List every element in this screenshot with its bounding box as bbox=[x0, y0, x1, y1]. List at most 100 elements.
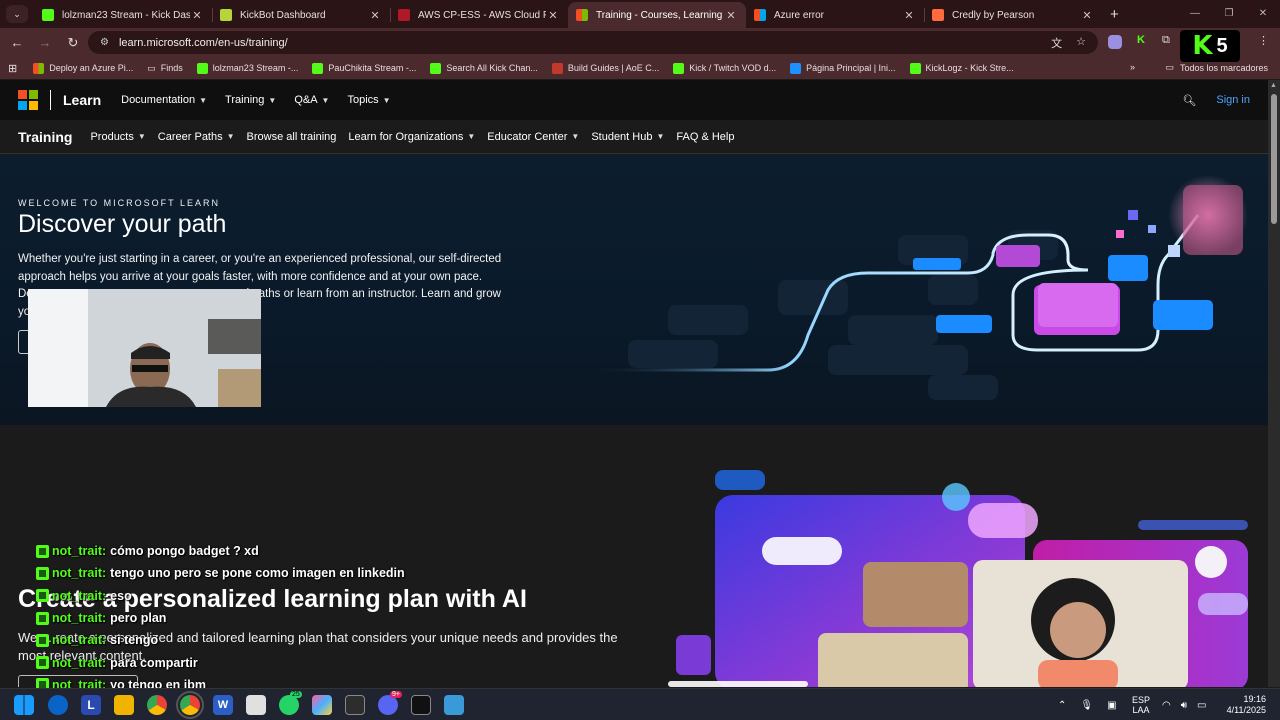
windows-start-icon[interactable] bbox=[14, 695, 34, 715]
chat-username: not_trait: bbox=[52, 544, 107, 559]
tab-close-icon[interactable]: ✕ bbox=[190, 9, 204, 22]
clock-time: 19:16 bbox=[1243, 694, 1266, 704]
pagina-icon bbox=[790, 62, 802, 74]
forward-arrow-icon[interactable]: → bbox=[31, 35, 59, 50]
streamer-webcam bbox=[28, 289, 261, 407]
browser-tab[interactable]: AWS CP-ESS - AWS Cloud Pract ✕ bbox=[390, 2, 568, 28]
word-icon[interactable]: W bbox=[213, 695, 233, 715]
tab-close-icon[interactable]: ✕ bbox=[724, 9, 738, 22]
bookmark-item[interactable]: Kick / Twitch VOD d... bbox=[673, 62, 777, 74]
new-tab-plus-icon[interactable]: + bbox=[1110, 6, 1119, 23]
copilot-icon[interactable] bbox=[312, 695, 332, 715]
clock[interactable]: 19:16 4/11/2025 bbox=[1222, 689, 1266, 720]
tab-close-icon[interactable]: ✕ bbox=[902, 9, 916, 22]
subnav-faq-help[interactable]: FAQ & Help bbox=[676, 131, 734, 143]
l-app-icon[interactable]: L bbox=[81, 695, 101, 715]
kick-extension-icon[interactable]: K bbox=[1137, 34, 1145, 50]
nav-documentation[interactable]: Documentation ▼ bbox=[121, 94, 207, 106]
microsoft-logo-icon[interactable] bbox=[18, 90, 38, 110]
windows-taskbar: L W 25 9+ ⌃ 🎙︎ ▣ ESP LAA ◠ 🔊︎ ▭ 19:16 4/… bbox=[0, 688, 1280, 720]
tray-app-icon[interactable]: ▣ bbox=[1107, 700, 1116, 711]
chrome-menu-icon[interactable]: ⋮ bbox=[1258, 34, 1269, 50]
outlook-icon[interactable] bbox=[48, 695, 68, 715]
bookmark-item[interactable]: Deploy an Azure Pi... bbox=[33, 62, 134, 74]
scrollbar-thumb[interactable] bbox=[1271, 94, 1277, 224]
page-scrollbar[interactable]: ▲ bbox=[1268, 80, 1280, 687]
photos-icon[interactable] bbox=[444, 695, 464, 715]
all-bookmarks-button[interactable]: ▭ Todos los marcadores bbox=[1165, 62, 1268, 73]
address-bar[interactable]: ⚙ learn.microsoft.com/en-us/training/ 文 … bbox=[88, 31, 1098, 54]
bookmark-item[interactable]: lolzman23 Stream -... bbox=[196, 62, 299, 74]
tab-close-icon[interactable]: ✕ bbox=[1080, 9, 1094, 22]
snipping-tool-icon[interactable] bbox=[246, 695, 266, 715]
sign-in-link[interactable]: Sign in bbox=[1216, 94, 1250, 106]
whatsapp-icon[interactable] bbox=[279, 695, 299, 715]
puzzle-extensions-icon[interactable]: ⧉ bbox=[1162, 34, 1170, 50]
browser-tab[interactable]: Azure error ✕ bbox=[746, 2, 925, 28]
subnav-browse-all[interactable]: Browse all training bbox=[247, 131, 337, 143]
language-indicator[interactable]: ESP LAA bbox=[1132, 689, 1150, 720]
tab-close-icon[interactable]: ✕ bbox=[368, 9, 382, 22]
nav-training[interactable]: Training ▼ bbox=[225, 94, 276, 106]
chrome-active-icon[interactable] bbox=[176, 691, 204, 719]
subnav-student-hub[interactable]: Student Hub ▼ bbox=[591, 131, 664, 143]
volume-icon[interactable]: 🔊︎ bbox=[1181, 700, 1187, 711]
extension-icon[interactable] bbox=[1108, 35, 1122, 49]
bookmark-item[interactable]: PauChikita Stream -... bbox=[312, 62, 416, 74]
kick-favicon-icon bbox=[42, 9, 54, 21]
bookmark-star-icon[interactable]: ☆ bbox=[1076, 35, 1086, 51]
apps-grid-icon[interactable]: ⊞ bbox=[8, 62, 17, 75]
bookmark-label: Kick / Twitch VOD d... bbox=[689, 63, 777, 73]
bookmark-item[interactable]: Search All Kick Chan... bbox=[430, 62, 538, 74]
discord-icon[interactable] bbox=[378, 695, 398, 715]
chat-text: tengo uno pero se pone como imagen en li… bbox=[110, 566, 405, 581]
streaming-app-icon[interactable] bbox=[411, 695, 431, 715]
subnav-label: Student Hub bbox=[591, 130, 653, 143]
nav-topics[interactable]: Topics ▼ bbox=[347, 94, 390, 106]
wifi-icon[interactable]: ◠ bbox=[1162, 700, 1171, 711]
bookmark-label: Deploy an Azure Pi... bbox=[49, 63, 134, 73]
browser-tab-active[interactable]: Training - Courses, Learning Pa ✕ bbox=[568, 2, 746, 28]
chat-badge-icon bbox=[36, 544, 49, 558]
close-window-icon[interactable]: ✕ bbox=[1246, 0, 1280, 28]
terminal-icon[interactable] bbox=[345, 695, 365, 715]
chrome-icon[interactable] bbox=[147, 695, 167, 715]
tray-chevron-up-icon[interactable]: ⌃ bbox=[1058, 700, 1066, 711]
nav-qa[interactable]: Q&A ▼ bbox=[294, 94, 329, 106]
hero-title: Discover your path bbox=[18, 210, 227, 238]
microphone-icon[interactable]: 🎙︎ bbox=[1080, 700, 1093, 711]
subnav-educator-center[interactable]: Educator Center ▼ bbox=[487, 131, 579, 143]
reload-icon[interactable]: ↻ bbox=[59, 35, 87, 51]
file-explorer-icon[interactable] bbox=[114, 695, 134, 715]
subnav-career-paths[interactable]: Career Paths ▼ bbox=[158, 131, 235, 143]
site-info-icon[interactable]: ⚙ bbox=[100, 37, 109, 48]
subnav-learn-for-organizations[interactable]: Learn for Organizations ▼ bbox=[348, 131, 475, 143]
bookmark-item[interactable]: Build Guides | AoE C... bbox=[551, 62, 659, 74]
translate-icon[interactable]: 文 bbox=[1051, 35, 1062, 51]
browser-tab[interactable]: KickBot Dashboard ✕ bbox=[212, 2, 391, 28]
more-bookmarks-chevron-icon[interactable]: » bbox=[1130, 62, 1135, 72]
nav-label: Topics bbox=[347, 94, 379, 106]
aws-favicon-icon bbox=[398, 9, 410, 21]
tab-close-icon[interactable]: ✕ bbox=[546, 9, 560, 22]
browser-tab[interactable]: lolzman23 Stream - Kick Dashb ✕ bbox=[34, 2, 213, 28]
minimize-icon[interactable]: — bbox=[1178, 0, 1212, 28]
tab-search-button[interactable]: ⌄ bbox=[6, 5, 28, 23]
subnav-products[interactable]: Products ▼ bbox=[90, 131, 145, 143]
bookmark-item[interactable]: Página Principal | Ini... bbox=[790, 62, 896, 74]
scroll-up-icon[interactable]: ▲ bbox=[1270, 82, 1277, 89]
maximize-icon[interactable]: ❐ bbox=[1212, 0, 1246, 28]
browser-tab[interactable]: Credly by Pearson ✕ bbox=[924, 2, 1102, 28]
kick-logo-icon: K bbox=[1192, 31, 1213, 61]
bookmark-item[interactable]: KickLogz - Kick Stre... bbox=[909, 62, 1014, 74]
tab-title: Credly by Pearson bbox=[952, 9, 1035, 21]
browser-toolbar: ← → ↻ ⚙ learn.microsoft.com/en-us/traini… bbox=[0, 28, 1280, 57]
battery-icon[interactable]: ▭ bbox=[1197, 700, 1206, 711]
back-arrow-icon[interactable]: ← bbox=[3, 35, 31, 50]
training-title-link[interactable]: Training bbox=[18, 129, 72, 145]
bookmark-folder[interactable]: ▭ Finds bbox=[147, 63, 183, 74]
search-icon[interactable]: 🔍︎ bbox=[1182, 94, 1196, 107]
bookmark-label: lolzman23 Stream -... bbox=[212, 63, 299, 73]
learn-brand-link[interactable]: Learn bbox=[63, 92, 101, 108]
chevron-down-icon: ▼ bbox=[137, 132, 146, 141]
